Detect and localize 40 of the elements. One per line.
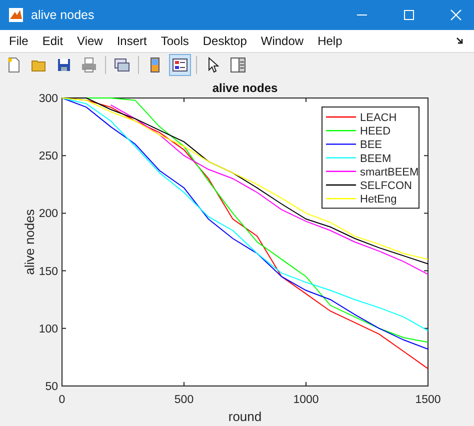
tick-label: 250	[38, 150, 58, 163]
legend-icon	[172, 56, 188, 72]
menu-item[interactable]: Tools	[154, 32, 196, 50]
print-icon	[81, 56, 97, 72]
tick-label: 0	[58, 394, 66, 406]
tick-label: 200	[38, 208, 58, 220]
menu-item[interactable]: File	[2, 32, 36, 50]
tick-label: 50	[45, 381, 58, 393]
legend-label: LEACH	[360, 112, 397, 124]
window-title: alive nodes	[31, 8, 94, 22]
legend-button[interactable]	[169, 54, 191, 76]
axis-label: alive nodes	[22, 209, 37, 275]
menu-item[interactable]: Help	[310, 32, 350, 50]
app-icon	[9, 8, 23, 22]
tick-label: 100	[38, 323, 58, 336]
tick-label: 500	[174, 394, 194, 406]
maximize-icon[interactable]	[403, 9, 415, 21]
chart-title: alive nodes	[212, 81, 278, 95]
menu-item[interactable]: Insert	[110, 32, 154, 50]
menu-item[interactable]: View	[70, 32, 110, 50]
menu-item[interactable]: Window	[254, 32, 311, 50]
new-icon	[6, 56, 22, 72]
legend-label: HetEng	[360, 194, 397, 206]
dock-arrow-icon[interactable]	[456, 37, 464, 45]
tick-label: 1500	[415, 394, 441, 406]
tick-label: 300	[38, 93, 58, 105]
panel-icon	[230, 56, 246, 72]
legend-label: BEEM	[360, 152, 392, 165]
figure-icon	[114, 56, 130, 72]
menu-item[interactable]: Edit	[35, 32, 70, 50]
legend-label: SELFCON	[360, 180, 412, 192]
close-icon[interactable]	[450, 9, 462, 21]
tick-label: 1000	[293, 394, 319, 406]
legend-label: HEED	[360, 126, 391, 138]
tick-label: 150	[38, 266, 58, 278]
legend-label: BEE	[360, 139, 382, 152]
axis-label: round	[228, 409, 262, 424]
menu-item[interactable]: Desktop	[196, 32, 254, 50]
save-icon	[56, 56, 72, 72]
legend-label: smartBEEM	[360, 166, 419, 178]
